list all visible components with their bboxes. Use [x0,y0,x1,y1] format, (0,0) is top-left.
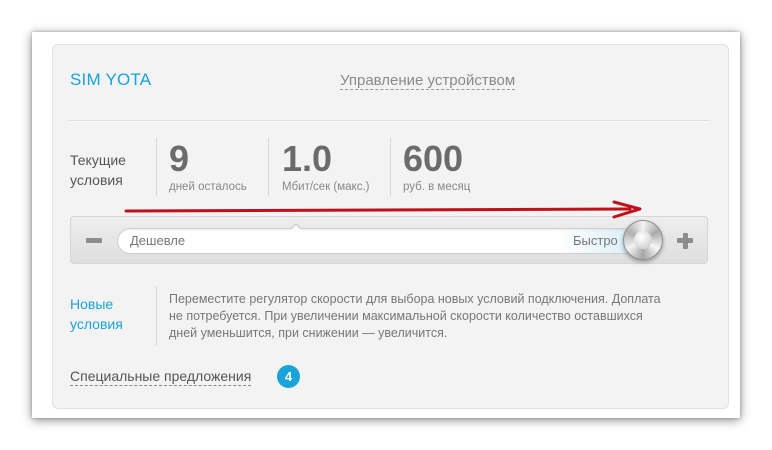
divider [268,138,269,196]
minus-icon[interactable] [86,238,102,243]
days-left-value: 9 [169,138,190,179]
speed-unit: Мбит/сек (макс.) [282,181,370,193]
divider [156,138,157,196]
slider-min-label: Дешевле [130,233,186,248]
current-position-marker-inner [291,225,301,230]
speed-slider-knob[interactable] [623,220,663,260]
divider [390,138,391,196]
special-offers-count-badge: 4 [277,365,300,388]
days-left-unit: дней осталось [169,181,247,193]
slider-max-label: Быстро [573,233,618,248]
annotation-arrow [124,200,642,219]
manage-device-link[interactable]: Управление устройством [340,72,516,90]
new-conditions-label[interactable]: Новые условия [70,294,150,334]
divider [156,286,157,346]
price-value: 600 [403,138,464,179]
special-offers-link[interactable]: Специальные предложения [70,368,252,386]
speed-value: 1.0 [282,138,333,179]
price-unit: руб. в месяц [403,181,471,193]
metric-price: 600 руб. в месяц [403,138,471,194]
new-conditions-description: Переместите регулятор скорости для выбор… [169,292,661,340]
metric-days-left: 9 дней осталось [169,138,247,194]
metric-speed: 1.0 Мбит/сек (макс.) [282,138,370,194]
current-conditions-label: Текущие условия [70,152,126,188]
divider [70,120,710,122]
sim-title: SIM YOTA [70,70,152,89]
plus-icon[interactable] [677,233,693,249]
speed-slider-track[interactable] [117,228,643,254]
